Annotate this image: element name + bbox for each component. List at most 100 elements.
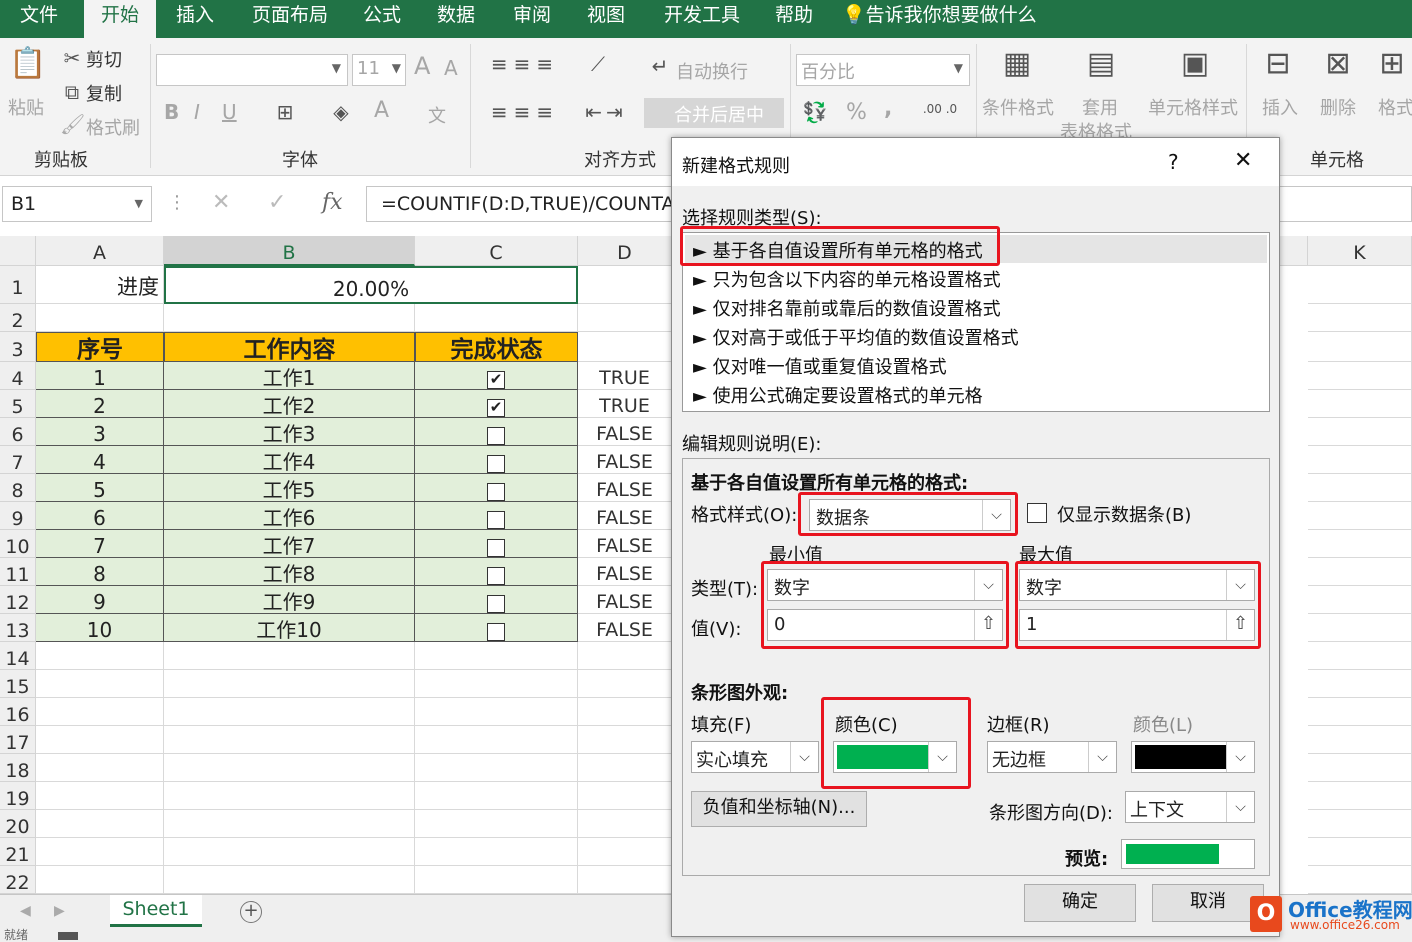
grid-cell[interactable] (415, 810, 578, 838)
row-header[interactable]: 10 (0, 530, 36, 558)
row-header[interactable]: 13 (0, 614, 36, 642)
cell-d-value[interactable]: FALSE (578, 502, 672, 530)
grid-cell[interactable] (1308, 782, 1412, 810)
grid-cell[interactable] (578, 866, 672, 894)
table-header-cell[interactable]: 完成状态 (415, 332, 578, 362)
select-all-corner[interactable] (0, 236, 36, 266)
orientation-icon[interactable]: ⟋ (578, 52, 618, 76)
grid-cell[interactable] (415, 670, 578, 698)
number-format-select[interactable]: 百分比 ▼ (796, 54, 970, 86)
grid-cell[interactable] (1308, 614, 1412, 642)
grid-cell[interactable] (164, 726, 415, 754)
add-sheet-icon[interactable]: + (240, 901, 262, 923)
name-box[interactable]: B1 ▼ (2, 186, 152, 222)
grid-cell[interactable] (415, 698, 578, 726)
row-header[interactable]: 15 (0, 670, 36, 698)
grid-cell[interactable] (415, 782, 578, 810)
grid-cell[interactable] (578, 304, 672, 332)
row-header[interactable]: 14 (0, 642, 36, 670)
table-cell-number[interactable]: 6 (36, 502, 164, 530)
table-format-button[interactable]: 套用 (1082, 94, 1118, 120)
checkbox-icon[interactable] (487, 566, 505, 585)
row-header[interactable]: 2 (0, 304, 36, 332)
grid-cell[interactable] (1308, 362, 1412, 390)
table-cell-task[interactable]: 工作4 (164, 446, 415, 474)
table-cell-status[interactable] (415, 418, 578, 446)
fill-select[interactable]: 实心填充 ⌵ (691, 741, 819, 773)
delete-cells-button[interactable]: 删除 (1320, 94, 1356, 120)
fill-color-icon[interactable]: ◈ (328, 100, 354, 124)
cell-a1[interactable]: 进度 (36, 266, 164, 304)
macro-record-icon[interactable] (58, 932, 78, 940)
grid-cell[interactable] (1308, 332, 1412, 362)
enter-icon[interactable]: ✓ (268, 190, 286, 215)
horizontal-align-icons[interactable]: ≡≡≡ (480, 100, 570, 124)
font-size-select[interactable]: 11 ▼ (352, 54, 406, 86)
grid-cell[interactable] (1308, 754, 1412, 782)
grid-cell[interactable] (164, 670, 415, 698)
bar-direction-select[interactable]: 上下文 ⌵ (1125, 791, 1255, 823)
grid-cell[interactable] (1308, 474, 1412, 502)
grid-cell[interactable] (578, 782, 672, 810)
row-header[interactable]: 4 (0, 362, 36, 390)
row-header[interactable]: 17 (0, 726, 36, 754)
insert-cells-button[interactable]: 插入 (1262, 94, 1298, 120)
grid-cell[interactable] (36, 726, 164, 754)
conditional-format-button[interactable]: 条件格式 (982, 94, 1054, 120)
help-icon[interactable]: ? (1168, 150, 1179, 174)
table-cell-task[interactable]: 工作9 (164, 586, 415, 614)
cell-styles-button[interactable]: 单元格样式 (1148, 94, 1238, 120)
grid-cell[interactable] (164, 838, 415, 866)
row-header[interactable]: 11 (0, 558, 36, 586)
grid-cell[interactable] (578, 642, 672, 670)
grid-cell[interactable] (415, 726, 578, 754)
comma-button[interactable]: , (884, 96, 892, 121)
column-header-a[interactable]: A (36, 236, 164, 266)
checkbox-checked-icon[interactable]: ✔ (487, 398, 505, 417)
grid-cell[interactable] (1308, 502, 1412, 530)
rule-type-item[interactable]: ► 仅对高于或低于平均值的数值设置格式 (693, 324, 1019, 350)
grid-cell[interactable] (164, 810, 415, 838)
table-cell-number[interactable]: 1 (36, 362, 164, 390)
table-cell-number[interactable]: 9 (36, 586, 164, 614)
cell-b1[interactable]: 20.00% (164, 266, 578, 304)
cell-d-value[interactable]: FALSE (578, 446, 672, 474)
table-cell-number[interactable]: 10 (36, 614, 164, 642)
border-icon[interactable]: ⊞ (272, 100, 298, 124)
row-header[interactable]: 18 (0, 754, 36, 782)
column-header-j[interactable] (1280, 236, 1308, 266)
cell-d-value[interactable]: TRUE (578, 362, 672, 390)
table-cell-task[interactable]: 工作6 (164, 502, 415, 530)
grid-cell[interactable] (1308, 698, 1412, 726)
currency-icon[interactable]: 💱 (800, 100, 830, 124)
checkbox-icon[interactable] (487, 426, 505, 445)
grid-cell[interactable] (1308, 418, 1412, 446)
border-color-picker[interactable]: ⌵ (1131, 741, 1255, 773)
tab-help[interactable]: 帮助 (764, 0, 824, 38)
row-header[interactable]: 1 (0, 266, 36, 304)
table-cell-status[interactable] (415, 614, 578, 642)
grid-cell[interactable] (1308, 390, 1412, 418)
tab-developer[interactable]: 开发工具 (652, 0, 752, 38)
cell-d-value[interactable]: FALSE (578, 614, 672, 642)
vertical-align-icons[interactable]: ≡≡≡ (480, 52, 570, 76)
table-cell-status[interactable] (415, 474, 578, 502)
grid-cell[interactable] (578, 332, 672, 362)
table-cell-task[interactable]: 工作2 (164, 390, 415, 418)
checkbox-icon[interactable] (487, 454, 505, 473)
bold-button[interactable]: B (164, 100, 179, 124)
table-header-cell[interactable]: 工作内容 (164, 332, 415, 362)
grid-cell[interactable] (164, 304, 415, 332)
tab-review[interactable]: 审阅 (502, 0, 562, 38)
checkbox-icon[interactable] (487, 594, 505, 613)
grid-cell[interactable] (36, 304, 164, 332)
cell-d-value[interactable]: FALSE (578, 474, 672, 502)
scroll-right-icon[interactable]: ▶ (54, 903, 65, 919)
grid-cell[interactable] (578, 670, 672, 698)
checkbox-icon[interactable] (487, 622, 505, 641)
checkbox-icon[interactable] (487, 482, 505, 501)
grid-cell[interactable] (415, 304, 578, 332)
shrink-font-button[interactable]: A (444, 56, 458, 80)
grid-cell[interactable] (578, 698, 672, 726)
checkbox-checked-icon[interactable]: ✔ (487, 370, 505, 389)
